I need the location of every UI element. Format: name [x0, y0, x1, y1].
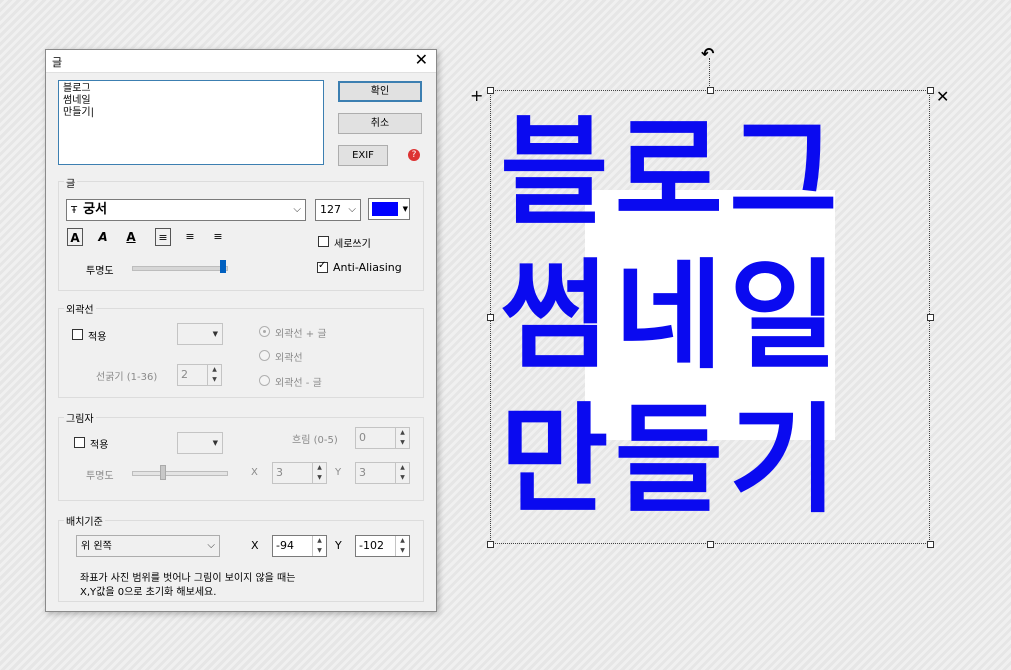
shadow-opacity-label: 투명도	[86, 471, 114, 482]
exif-button[interactable]: EXIF	[338, 145, 388, 166]
outline-apply-label: 적용	[88, 332, 107, 343]
chevron-down-icon: ⌵	[207, 540, 215, 551]
outline-option-3-radio[interactable]	[259, 375, 270, 386]
font-name: 궁서	[83, 202, 108, 217]
bold-button[interactable]: A	[67, 228, 83, 246]
shadow-opacity-slider[interactable]	[132, 471, 228, 476]
align-center-button[interactable]: ≡	[182, 228, 198, 246]
antialias-label: Anti-Aliasing	[333, 261, 402, 274]
position-x-label: X	[251, 539, 259, 552]
stepper-arrows-icon: ▲ ▼	[395, 463, 409, 483]
stepper-arrows-icon: ▲ ▼	[395, 536, 409, 556]
shadow-x-stepper[interactable]: 3 ▲ ▼	[272, 462, 327, 484]
resize-handle-bottom-left[interactable]	[487, 541, 494, 548]
anchor-select[interactable]: 위 왼쪽 ⌵	[76, 535, 220, 557]
outline-option-2-label: 외곽선	[275, 353, 303, 364]
position-group-label: 배치기준	[64, 513, 105, 528]
shadow-group-label: 그림자	[64, 410, 96, 425]
outline-thickness-value: 2	[181, 368, 188, 381]
shadow-blur-label: 흐림 (0-5)	[292, 435, 338, 446]
stepper-arrows-icon: ▲ ▼	[312, 463, 326, 483]
chevron-down-icon: ⌵	[348, 204, 356, 215]
shadow-y-label: Y	[335, 467, 342, 478]
close-icon[interactable]: ✕	[415, 51, 428, 69]
color-swatch	[372, 202, 398, 216]
resize-handle-top-left[interactable]	[487, 87, 494, 94]
outline-option-1-label: 외곽선 + 글	[275, 329, 327, 340]
title-bar: 글 ✕	[46, 50, 436, 73]
vertical-checkbox[interactable]	[318, 236, 329, 247]
position-x-value: -94	[276, 539, 294, 552]
size-select[interactable]: 127 ⌵	[315, 199, 361, 221]
text-input[interactable]: 블로그 썸네일 만들기|	[58, 80, 324, 165]
position-y-value: -102	[359, 539, 384, 552]
outline-option-1-radio[interactable]	[259, 326, 270, 337]
shadow-y-value: 3	[359, 466, 366, 479]
position-x-stepper[interactable]: -94 ▲ ▼	[272, 535, 327, 557]
outline-thickness-stepper[interactable]: 2 ▲ ▼	[177, 364, 222, 386]
position-y-label: Y	[335, 539, 342, 552]
move-icon[interactable]: +	[470, 86, 483, 105]
resize-handle-right[interactable]	[927, 314, 934, 321]
stepper-arrows-icon: ▲ ▼	[395, 428, 409, 448]
italic-button[interactable]: A	[95, 228, 111, 246]
position-y-stepper[interactable]: -102 ▲ ▼	[355, 535, 410, 557]
color-picker[interactable]: ▼	[368, 198, 410, 220]
font-group-label: 글	[64, 175, 78, 190]
outline-option-3-label: 외곽선 - 글	[275, 378, 322, 389]
position-note-line2: X,Y값을 0으로 초기화 해보세요.	[80, 587, 217, 598]
vertical-label: 세로쓰기	[334, 239, 371, 250]
selection-border	[490, 90, 930, 544]
dropdown-arrow-icon: ▼	[212, 439, 218, 447]
font-select[interactable]: Ŧ 궁서 ⌵	[66, 199, 306, 221]
cancel-button[interactable]: 취소	[338, 113, 422, 134]
antialias-checkbox[interactable]	[317, 260, 328, 273]
shadow-blur-value: 0	[359, 431, 366, 444]
shadow-x-value: 3	[276, 466, 283, 479]
opacity-slider-thumb[interactable]	[220, 260, 226, 273]
shadow-apply-label: 적용	[90, 440, 109, 451]
opacity-label: 투명도	[86, 266, 114, 277]
help-icon[interactable]: ?	[408, 149, 420, 161]
underline-button[interactable]: A	[123, 228, 139, 246]
resize-handle-left[interactable]	[487, 314, 494, 321]
resize-handle-bottom[interactable]	[707, 541, 714, 548]
shadow-x-label: X	[251, 467, 258, 478]
outline-color-select[interactable]: ▼	[177, 323, 223, 345]
outline-option-2-radio[interactable]	[259, 350, 270, 361]
dialog-title: 글	[52, 56, 63, 69]
position-note-line1: 좌표가 사진 범위를 벗어나 그림이 보이지 않을 때는	[80, 573, 296, 584]
align-left-button[interactable]: ≡	[155, 228, 171, 246]
shadow-opacity-slider-thumb[interactable]	[160, 465, 166, 480]
opacity-slider[interactable]	[132, 266, 228, 271]
dropdown-arrow-icon: ▼	[402, 205, 408, 213]
font-type-icon: Ŧ	[71, 205, 78, 216]
resize-handle-top[interactable]	[707, 87, 714, 94]
ok-button[interactable]: 확인	[338, 81, 422, 102]
shadow-color-select[interactable]: ▼	[177, 432, 223, 454]
rotate-icon[interactable]: ↶	[701, 44, 714, 63]
text-dialog: 글 ✕ 블로그 썸네일 만들기| 확인 취소 EXIF ? 글 Ŧ 궁서 ⌵ 12…	[45, 49, 437, 612]
outline-group	[58, 308, 424, 398]
outline-apply-checkbox[interactable]	[72, 329, 83, 340]
outline-thickness-label: 선굵기 (1-36)	[96, 372, 158, 383]
stepper-arrows-icon: ▲ ▼	[207, 365, 221, 385]
resize-handle-bottom-right[interactable]	[927, 541, 934, 548]
align-right-button[interactable]: ≡	[210, 228, 226, 246]
chevron-down-icon: ⌵	[293, 204, 301, 215]
size-value: 127	[320, 203, 341, 216]
resize-handle-top-right[interactable]	[927, 87, 934, 94]
shadow-blur-stepper[interactable]: 0 ▲ ▼	[355, 427, 410, 449]
shadow-y-stepper[interactable]: 3 ▲ ▼	[355, 462, 410, 484]
delete-icon[interactable]: ✕	[936, 87, 949, 106]
stepper-arrows-icon: ▲ ▼	[312, 536, 326, 556]
dropdown-arrow-icon: ▼	[212, 330, 218, 338]
anchor-value: 위 왼쪽	[81, 541, 112, 552]
outline-group-label: 외곽선	[64, 301, 96, 316]
shadow-apply-checkbox[interactable]	[74, 437, 85, 448]
